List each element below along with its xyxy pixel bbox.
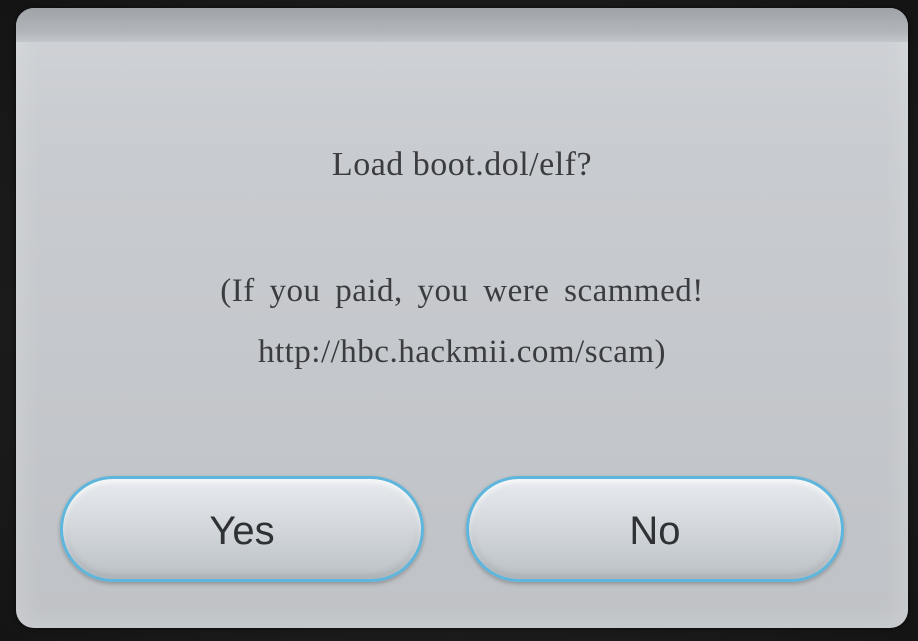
yes-button-label: Yes bbox=[209, 508, 275, 553]
screen-background: Load boot.dol/elf? (If you paid, you wer… bbox=[0, 0, 918, 641]
dialog-header-strip bbox=[16, 8, 908, 42]
dialog-message-line-1: (If you paid, you were scammed! bbox=[220, 273, 704, 309]
dialog-message-line-2: http://hbc.hackmii.com/scam) bbox=[257, 334, 667, 370]
no-button-label: No bbox=[629, 508, 681, 553]
yes-button[interactable]: Yes bbox=[60, 476, 424, 582]
no-button[interactable]: No bbox=[466, 476, 844, 582]
dialog-title: Load boot.dol/elf? bbox=[331, 146, 593, 183]
